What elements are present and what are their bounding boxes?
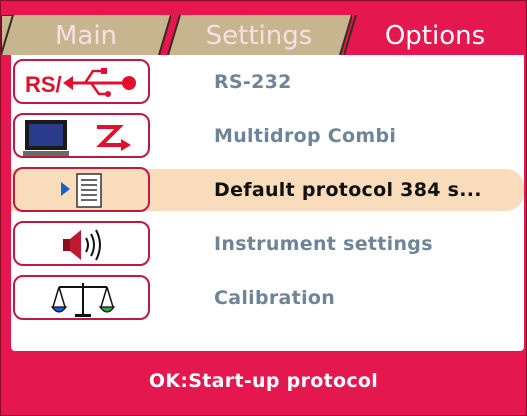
options-menu: RS/ RS-232 Multidrop Combi Default proto… <box>11 55 524 351</box>
tab-main-label: Main <box>54 21 118 51</box>
tab-bar: Main Settings Options <box>1 1 526 55</box>
balance-scale-icon <box>50 283 116 317</box>
menu-icon-button[interactable] <box>13 167 150 212</box>
tab-options[interactable]: Options <box>344 15 526 55</box>
tab-settings-label: Settings <box>205 21 313 51</box>
menu-icon-button[interactable] <box>13 113 150 158</box>
menu-item-calibration[interactable]: Calibration <box>11 271 524 325</box>
menu-item-label: Multidrop Combi <box>214 125 397 147</box>
menu-item-rs232[interactable]: RS/ RS-232 <box>11 55 524 109</box>
menu-item-multidrop-combi[interactable]: Multidrop Combi <box>11 109 524 163</box>
menu-item-default-protocol[interactable]: Default protocol 384 s... <box>11 163 524 217</box>
monitor-multidrop-icon <box>23 120 131 156</box>
tab-options-label: Options <box>384 21 486 51</box>
rs232-icon-text: RS/ <box>25 72 62 97</box>
options-window: Main Settings Options RS/ RS-232 Multidr… <box>0 0 527 416</box>
status-bar: OK:Start-up protocol <box>148 370 379 392</box>
protocol-document-icon <box>61 173 102 208</box>
menu-item-instrument-settings[interactable]: Instrument settings <box>11 217 524 271</box>
menu-icon-button[interactable]: RS/ <box>13 59 150 104</box>
speaker-sound-icon <box>63 229 101 261</box>
menu-item-label: Calibration <box>214 287 336 309</box>
menu-item-label: RS-232 <box>214 71 292 93</box>
menu-item-label: Default protocol 384 s... <box>214 179 482 201</box>
rs232-usb-icon: RS/ <box>25 68 136 97</box>
menu-item-label: Instrument settings <box>214 233 433 255</box>
menu-icon-button[interactable] <box>13 275 150 320</box>
tab-settings[interactable]: Settings <box>166 15 352 55</box>
menu-icon-button[interactable] <box>13 221 150 266</box>
tab-main[interactable]: Main <box>1 15 171 55</box>
